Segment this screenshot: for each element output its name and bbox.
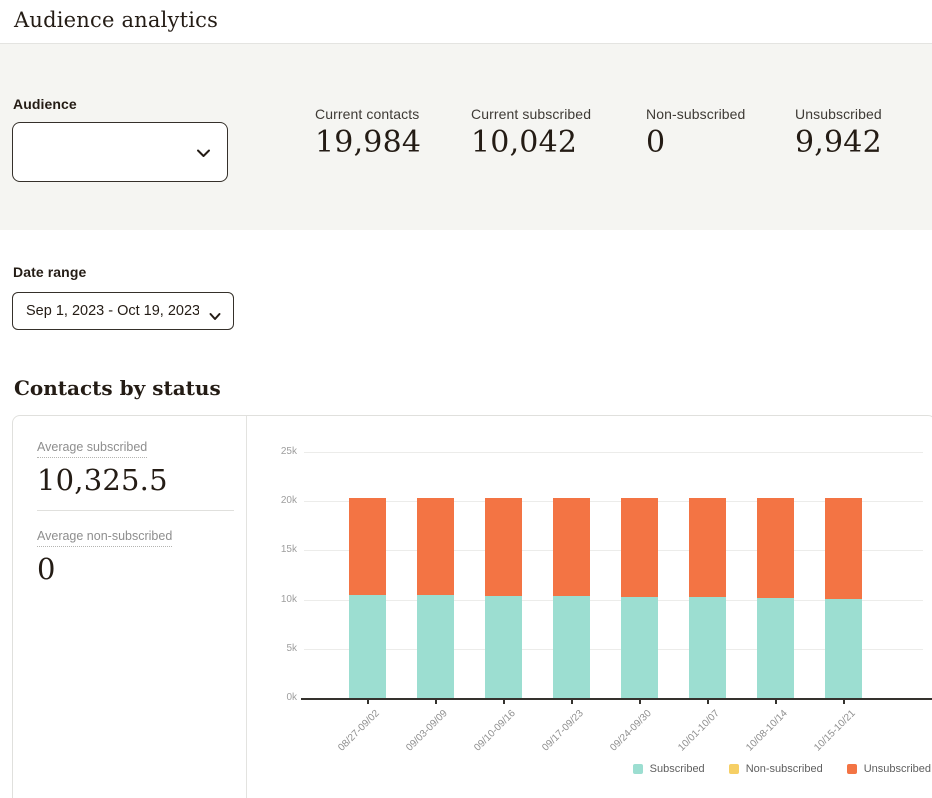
bar-segment-unsubscribed[interactable] bbox=[417, 498, 454, 594]
date-range-select[interactable]: Sep 1, 2023 - Oct 19, 2023 bbox=[12, 292, 234, 330]
stat-label: Non-subscribed bbox=[646, 106, 745, 122]
bar-segment-unsubscribed[interactable] bbox=[757, 498, 794, 597]
audience-panel: Audience Current contacts 19,984 Current… bbox=[0, 44, 932, 230]
y-axis-label: 10k bbox=[257, 594, 297, 605]
audience-select[interactable] bbox=[12, 122, 228, 182]
stat-current-subscribed: Current subscribed 10,042 bbox=[471, 106, 591, 160]
contacts-by-status-card: Average subscribed 10,325.5 Average non-… bbox=[12, 415, 932, 798]
legend-label: Unsubscribed bbox=[864, 763, 931, 775]
x-axis-label: 09/17-09/23 bbox=[510, 708, 586, 784]
bar-segment-subscribed[interactable] bbox=[417, 595, 454, 698]
bar-segment-subscribed[interactable] bbox=[689, 597, 726, 698]
bar-segment-unsubscribed[interactable] bbox=[485, 498, 522, 595]
summary-value: 0 bbox=[37, 552, 234, 586]
stat-label: Current subscribed bbox=[471, 106, 591, 122]
page-title: Audience analytics bbox=[14, 8, 218, 32]
gridline bbox=[304, 452, 923, 453]
stat-non-subscribed: Non-subscribed 0 bbox=[646, 106, 745, 160]
stat-value: 10,042 bbox=[471, 125, 591, 160]
audience-analytics-page: Audience analytics Audience Current cont… bbox=[0, 0, 932, 798]
summary-item-average-subscribed: Average subscribed 10,325.5 bbox=[37, 438, 234, 497]
y-axis-label: 20k bbox=[257, 495, 297, 506]
stat-label: Current contacts bbox=[315, 106, 421, 122]
y-axis-label: 25k bbox=[257, 446, 297, 457]
bar-segment-unsubscribed[interactable] bbox=[349, 498, 386, 595]
legend-swatch-icon bbox=[729, 764, 739, 774]
stat-value: 19,984 bbox=[315, 125, 421, 160]
stat-value: 9,942 bbox=[795, 125, 882, 160]
legend-item-non-subscribed[interactable]: Non-subscribed bbox=[729, 763, 823, 775]
stacked-bar-chart: 0k5k10k15k20k25k08/27-09/0209/03-09/0909… bbox=[247, 416, 932, 798]
summary-label: Average non-subscribed bbox=[37, 529, 172, 547]
x-axis-line bbox=[301, 698, 932, 700]
bar-segment-subscribed[interactable] bbox=[621, 597, 658, 698]
legend-label: Subscribed bbox=[650, 763, 705, 775]
contacts-by-status-title: Contacts by status bbox=[14, 376, 221, 400]
legend-item-subscribed[interactable]: Subscribed bbox=[633, 763, 705, 775]
bar-segment-subscribed[interactable] bbox=[825, 599, 862, 698]
bar-segment-subscribed[interactable] bbox=[349, 595, 386, 698]
stat-value: 0 bbox=[646, 125, 745, 160]
y-axis-label: 5k bbox=[257, 643, 297, 654]
stat-current-contacts: Current contacts 19,984 bbox=[315, 106, 421, 160]
chart-legend: Subscribed Non-subscribed Unsubscribed bbox=[633, 763, 931, 775]
audience-label: Audience bbox=[13, 96, 77, 112]
chart-summary-panel: Average subscribed 10,325.5 Average non-… bbox=[13, 416, 247, 798]
bar-segment-unsubscribed[interactable] bbox=[553, 498, 590, 596]
x-axis-label: 09/10-09/16 bbox=[442, 708, 518, 784]
x-axis-label: 08/27-09/02 bbox=[306, 708, 382, 784]
bar-segment-unsubscribed[interactable] bbox=[621, 498, 658, 596]
y-axis-label: 0k bbox=[257, 692, 297, 703]
summary-label: Average subscribed bbox=[37, 440, 147, 458]
bar-segment-subscribed[interactable] bbox=[553, 596, 590, 698]
bar-segment-unsubscribed[interactable] bbox=[689, 498, 726, 596]
bar-segment-unsubscribed[interactable] bbox=[825, 498, 862, 598]
summary-value: 10,325.5 bbox=[37, 463, 234, 497]
x-axis-label: 09/03-09/09 bbox=[374, 708, 450, 784]
bar-segment-subscribed[interactable] bbox=[485, 596, 522, 698]
legend-swatch-icon bbox=[847, 764, 857, 774]
bar-segment-subscribed[interactable] bbox=[757, 598, 794, 698]
chevron-down-icon bbox=[196, 146, 211, 165]
stat-unsubscribed: Unsubscribed 9,942 bbox=[795, 106, 882, 160]
summary-item-average-non-subscribed: Average non-subscribed 0 bbox=[37, 527, 234, 586]
legend-swatch-icon bbox=[633, 764, 643, 774]
summary-divider bbox=[37, 510, 234, 511]
stat-label: Unsubscribed bbox=[795, 106, 882, 122]
legend-label: Non-subscribed bbox=[746, 763, 823, 775]
date-range-value: Sep 1, 2023 - Oct 19, 2023 bbox=[26, 303, 199, 319]
y-axis-label: 15k bbox=[257, 544, 297, 555]
date-range-label: Date range bbox=[13, 264, 86, 280]
legend-item-unsubscribed[interactable]: Unsubscribed bbox=[847, 763, 931, 775]
chevron-down-icon bbox=[209, 308, 221, 326]
